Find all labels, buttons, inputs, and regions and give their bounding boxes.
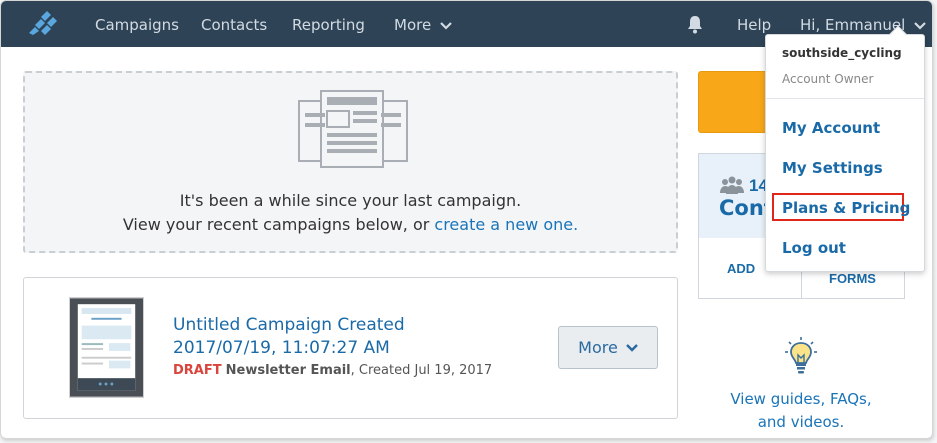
forms-link[interactable]: FORMS bbox=[829, 271, 876, 286]
people-icon bbox=[720, 176, 744, 194]
guides-line-1: View guides, FAQs, bbox=[730, 390, 872, 408]
empty-submessage: View your recent campaigns below, or cre… bbox=[25, 215, 676, 234]
campaign-more-label: More bbox=[578, 338, 618, 357]
menu-item-plans-pricing[interactable]: Plans & Pricing bbox=[782, 199, 910, 217]
empty-campaign-panel: It's been a while since your last campai… bbox=[23, 71, 678, 253]
campaign-card: Untitled Campaign Created 2017/07/19, 11… bbox=[23, 277, 678, 419]
guides-line-2: and videos. bbox=[757, 413, 845, 431]
dropdown-username: southside_cycling bbox=[782, 46, 902, 60]
nav-more-label: More bbox=[394, 16, 432, 34]
bell-icon[interactable] bbox=[685, 14, 705, 34]
nav-reporting[interactable]: Reporting bbox=[292, 16, 365, 34]
user-menu-toggle[interactable]: Hi, Emmanuel bbox=[800, 16, 926, 34]
logo-icon[interactable] bbox=[27, 11, 57, 35]
app-window: Campaigns Contacts Reporting More Help H… bbox=[0, 0, 933, 439]
menu-item-my-settings[interactable]: My Settings bbox=[782, 159, 883, 177]
campaign-more-button[interactable]: More bbox=[558, 326, 658, 369]
empty-submessage-text: View your recent campaigns below, or bbox=[122, 215, 435, 234]
chevron-down-icon bbox=[440, 21, 452, 30]
chevron-down-icon bbox=[625, 343, 638, 352]
campaign-type: Newsletter Email bbox=[225, 363, 351, 378]
add-contacts-link[interactable]: ADD bbox=[727, 261, 755, 276]
nav-help[interactable]: Help bbox=[737, 16, 771, 34]
campaign-thumbnail[interactable] bbox=[69, 297, 144, 398]
status-badge: DRAFT bbox=[173, 363, 222, 378]
menu-item-log-out[interactable]: Log out bbox=[782, 239, 846, 257]
lightbulb-icon bbox=[785, 337, 817, 374]
empty-message: It's been a while since your last campai… bbox=[179, 191, 522, 210]
dropdown-role: Account Owner bbox=[782, 72, 874, 86]
nav-contacts[interactable]: Contacts bbox=[201, 16, 267, 34]
user-dropdown-menu: southside_cycling Account Owner My Accou… bbox=[765, 25, 925, 272]
divider bbox=[766, 98, 924, 99]
guides-link[interactable]: View guides, FAQs, and videos. bbox=[716, 388, 886, 434]
newsletter-illustration-icon bbox=[298, 90, 408, 168]
nav-campaigns[interactable]: Campaigns bbox=[95, 16, 179, 34]
chevron-down-icon bbox=[914, 21, 926, 30]
campaign-meta: DRAFT Newsletter Email, Created Jul 19, 2… bbox=[173, 363, 492, 378]
nav-more[interactable]: More bbox=[394, 16, 452, 34]
campaign-title-link[interactable]: Untitled Campaign Created 2017/07/19, 11… bbox=[173, 314, 513, 360]
user-greeting: Hi, Emmanuel bbox=[800, 16, 906, 34]
create-campaign-link[interactable]: create a new one. bbox=[434, 215, 578, 234]
campaign-created-date: , Created Jul 19, 2017 bbox=[350, 363, 493, 378]
menu-item-my-account[interactable]: My Account bbox=[782, 119, 880, 137]
